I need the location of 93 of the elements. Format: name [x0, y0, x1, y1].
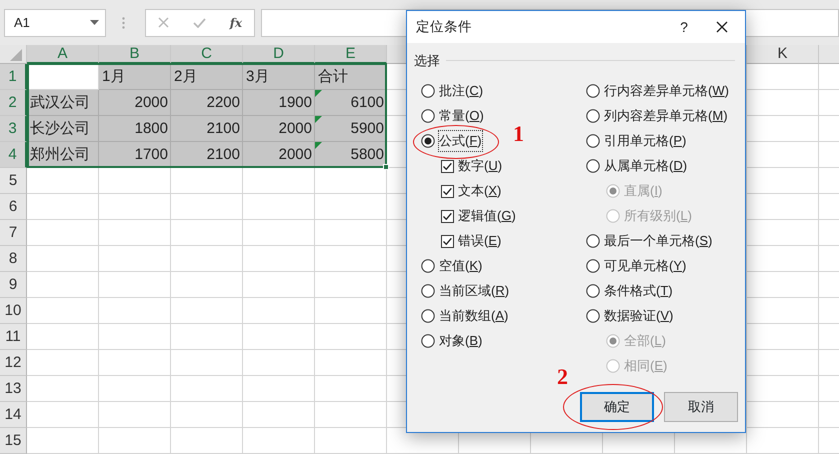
table-cell: 1800 — [99, 116, 171, 142]
triangle-icon — [10, 49, 22, 61]
option-label[interactable]: 列内容差异单元格(M) — [604, 106, 728, 126]
checkbox[interactable] — [441, 234, 454, 248]
table-cell: 6100 — [315, 90, 387, 116]
row-header[interactable]: 8 — [0, 246, 27, 272]
radio-button[interactable] — [586, 259, 600, 273]
insert-function-button[interactable]: fx — [230, 14, 242, 32]
checkbox[interactable] — [441, 210, 454, 222]
column-header[interactable]: A — [27, 45, 99, 64]
option-label[interactable]: 错误(E) — [458, 231, 502, 251]
table-cell: 合计 — [315, 64, 387, 90]
radio-button[interactable] — [421, 259, 435, 273]
option-label[interactable]: 逻辑值(G) — [458, 206, 516, 226]
radio-button[interactable] — [421, 84, 435, 98]
option-label[interactable]: 数据验证(V) — [604, 306, 674, 326]
table-cell: 5900 — [315, 116, 387, 142]
name-box[interactable]: A1 — [4, 8, 106, 36]
option-label[interactable]: 对象(B) — [439, 331, 482, 351]
group-label: 选择 — [414, 52, 440, 70]
radio-button[interactable] — [421, 109, 435, 123]
close-icon[interactable] — [716, 21, 728, 33]
dropdown-caret-icon[interactable] — [90, 20, 99, 25]
table-cell: 2200 — [171, 90, 243, 116]
option-label[interactable]: 常量(O) — [439, 106, 484, 126]
dialog-title: 定位条件 — [416, 18, 473, 36]
option-label[interactable]: 最后一个单元格(S) — [604, 231, 712, 251]
checkbox[interactable] — [441, 160, 454, 172]
row-header[interactable]: 10 — [0, 298, 27, 324]
option-label[interactable]: 当前区域(R) — [439, 281, 510, 301]
radio-button[interactable] — [586, 234, 600, 248]
radio-button[interactable] — [586, 284, 600, 298]
table-cell: 2100 — [171, 116, 243, 142]
option-label[interactable]: 公式(F) — [439, 131, 482, 151]
check-icon[interactable] — [192, 18, 206, 28]
row-header[interactable]: 12 — [0, 350, 27, 376]
option-label[interactable]: 引用单元格(P) — [604, 131, 686, 151]
column-header[interactable]: C — [171, 45, 243, 64]
row-header[interactable]: 6 — [0, 194, 27, 220]
table-cell: 2000 — [243, 116, 315, 142]
row-header[interactable]: 11 — [0, 324, 27, 350]
row-header[interactable]: 3 — [0, 116, 27, 142]
option-label[interactable]: 空值(K) — [439, 256, 482, 276]
option-label[interactable]: 从属单元格(D) — [604, 156, 688, 176]
row-header[interactable]: 1 — [0, 64, 27, 90]
row-header[interactable]: 7 — [0, 220, 27, 246]
option-label[interactable]: 文本(X) — [458, 181, 502, 201]
column-header[interactable]: D — [243, 45, 315, 64]
table-cell: 3月 — [243, 64, 315, 90]
table-cell: 1月 — [99, 64, 171, 90]
table-cell: 2000 — [99, 90, 171, 116]
radio-button[interactable] — [586, 109, 600, 123]
table-cell: 1900 — [243, 90, 315, 116]
fill-handle[interactable] — [383, 164, 389, 170]
row-header[interactable]: 15 — [0, 428, 27, 454]
table-cell: 郑州公司 — [27, 142, 99, 168]
column-header[interactable]: K — [747, 45, 819, 64]
radio-button[interactable] — [421, 309, 435, 323]
checkbox[interactable] — [441, 184, 454, 198]
option-label[interactable]: 行内容差异单元格(W) — [604, 81, 729, 101]
radio-button[interactable] — [586, 84, 600, 98]
table-cell: 武汉公司 — [27, 90, 99, 116]
option-label[interactable]: 当前数组(A) — [439, 306, 508, 326]
radio-button[interactable] — [421, 334, 435, 348]
annotation-number: 2 — [557, 366, 568, 388]
table-cell: 2月 — [171, 64, 243, 90]
row-header[interactable]: 5 — [0, 168, 27, 194]
help-button[interactable]: ? — [669, 16, 699, 38]
dialog-button[interactable]: 取消 — [664, 392, 738, 422]
table-cell: 长沙公司 — [27, 116, 99, 142]
option-label[interactable]: 条件格式(T) — [604, 281, 673, 301]
row-header[interactable]: 13 — [0, 376, 27, 402]
radio-button[interactable] — [586, 309, 600, 323]
table-cell: 5800 — [315, 142, 387, 168]
option-label[interactable]: 批注(C) — [439, 81, 484, 101]
grip-icon — [122, 16, 125, 28]
table-cell: 2000 — [243, 142, 315, 168]
option-label[interactable]: 可见单元格(Y) — [604, 256, 686, 276]
table-cell: 1700 — [99, 142, 171, 168]
annotation-number: 1 — [513, 122, 524, 144]
table-cell: 2100 — [171, 142, 243, 168]
option-label[interactable]: 数字(U) — [458, 156, 502, 176]
row-header[interactable]: 2 — [0, 90, 27, 116]
column-header[interactable]: E — [315, 45, 387, 64]
row-header[interactable]: 14 — [0, 402, 27, 428]
dialog-button[interactable]: 确定 — [580, 392, 654, 422]
row-header[interactable]: 4 — [0, 142, 27, 168]
radio-button[interactable] — [586, 134, 600, 148]
radio-button[interactable] — [586, 159, 600, 173]
column-header[interactable]: B — [99, 45, 171, 64]
radio-button[interactable] — [421, 284, 435, 298]
row-header[interactable]: 9 — [0, 272, 27, 298]
radio-button[interactable] — [421, 134, 435, 148]
